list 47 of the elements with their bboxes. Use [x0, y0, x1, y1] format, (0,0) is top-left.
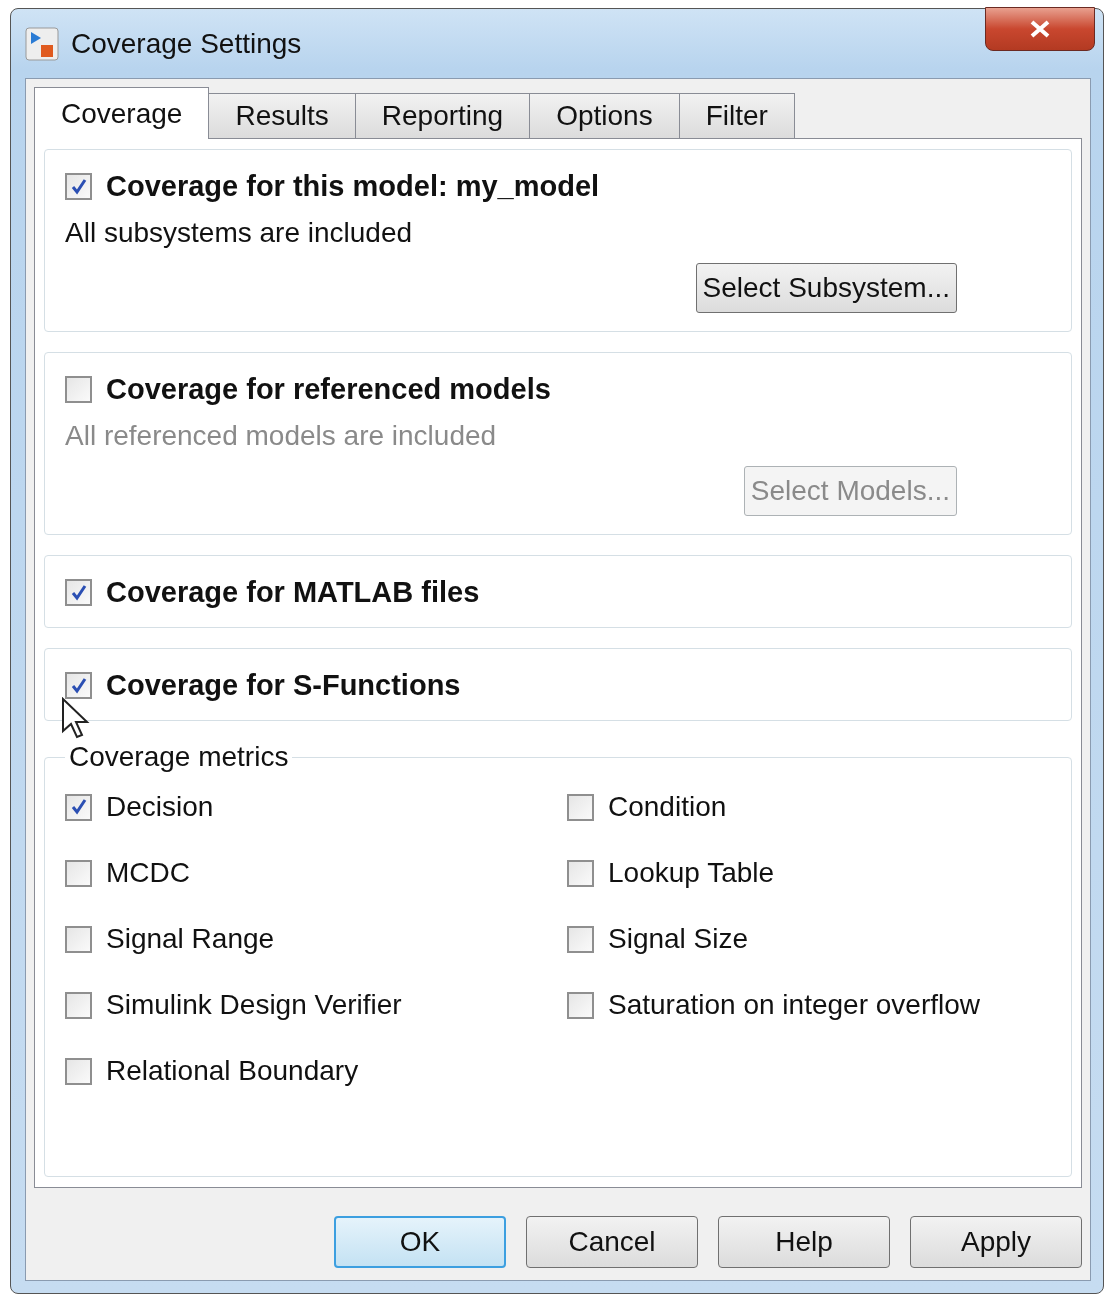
- checkbox-label: Decision: [106, 791, 214, 823]
- checkbox[interactable]: [65, 925, 92, 953]
- close-button[interactable]: [985, 7, 1095, 51]
- dialog-button[interactable]: Help: [718, 1216, 890, 1268]
- checkbox-label: MCDC: [106, 857, 190, 889]
- checkbox[interactable]: [567, 925, 594, 953]
- tab[interactable]: Filter: [678, 93, 795, 139]
- section-description: All subsystems are included: [65, 217, 414, 249]
- checkbox[interactable]: [65, 991, 92, 1019]
- checkbox[interactable]: [567, 793, 594, 821]
- window-title: Coverage Settings: [71, 27, 302, 60]
- group-label: Coverage metrics: [68, 741, 290, 773]
- checkbox[interactable]: [65, 793, 92, 821]
- checkbox[interactable]: [65, 1057, 92, 1085]
- checkbox-label: Lookup Table: [608, 857, 775, 889]
- section-title: Coverage for S-Functions: [106, 669, 461, 702]
- check-icon: [69, 583, 88, 602]
- checkbox-label: Condition: [608, 791, 727, 823]
- checkbox[interactable]: [65, 859, 92, 887]
- check-icon: [69, 177, 88, 196]
- check-icon: [69, 798, 88, 816]
- section-title: Coverage for MATLAB files: [106, 576, 480, 609]
- checkbox[interactable]: [65, 376, 92, 403]
- app-icon: [25, 26, 59, 61]
- checkbox-label: Relational Boundary: [106, 1055, 359, 1087]
- checkbox-label: Saturation on integer overflow: [608, 989, 980, 1021]
- section-title: Coverage for this model: my_model: [106, 170, 600, 203]
- checkbox[interactable]: [65, 173, 92, 200]
- tab[interactable]: Results: [208, 93, 356, 139]
- checkbox-label: Simulink Design Verifier: [106, 989, 402, 1021]
- checkbox[interactable]: [65, 672, 92, 699]
- checkbox[interactable]: [567, 859, 594, 887]
- tab[interactable]: Coverage: [34, 87, 210, 139]
- section-description: All referenced models are included: [65, 420, 498, 452]
- checkbox-label: Signal Range: [106, 923, 275, 955]
- dialog-button[interactable]: Cancel: [526, 1216, 698, 1268]
- dialog-button[interactable]: Apply: [910, 1216, 1082, 1268]
- check-icon: [69, 676, 88, 695]
- tab[interactable]: Reporting: [354, 93, 531, 139]
- checkbox[interactable]: [567, 991, 594, 1019]
- checkbox[interactable]: [65, 579, 92, 606]
- select-button[interactable]: Select Subsystem...: [695, 263, 957, 313]
- section-title: Coverage for referenced models: [106, 373, 551, 406]
- dialog-button[interactable]: OK: [334, 1216, 506, 1268]
- checkbox-label: Signal Size: [608, 923, 749, 955]
- close-icon: [1028, 19, 1052, 39]
- tab[interactable]: Options: [529, 93, 680, 139]
